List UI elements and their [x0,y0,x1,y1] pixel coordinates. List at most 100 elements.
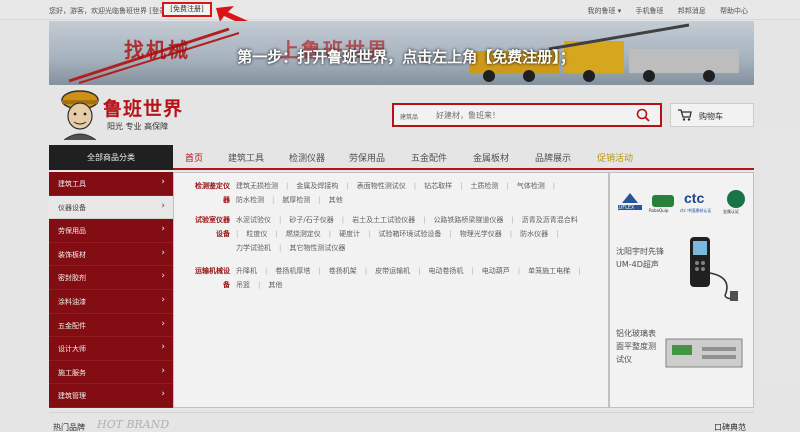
brand-name: 鲁班世界 [103,98,184,120]
category-panel: 检测鉴定仪器 建筑无损检测 | 金属及焊接构 | 表面物性测试仪 | 钻芯取样 | 土质检测 | 气… [173,172,609,408]
category-link[interactable]: 电动卷扬机 [428,264,463,278]
sidebar-item-construction-services[interactable]: 施工服务 › [49,361,173,385]
sidebar-item-building-management[interactable]: 建筑管理 › [49,384,173,408]
category-link[interactable]: 防水仪器 [520,227,548,241]
category-link[interactable]: 腻厚检测 [282,193,310,207]
promo-flatness-tester[interactable]: 铝化玻璃表面平整度测试仪 [616,315,746,385]
cart-button[interactable]: 购物车 [670,103,754,127]
separator: | [552,182,556,190]
category-link[interactable]: 沥青及沥青混合料 [522,213,578,227]
mobile-luban-link[interactable]: 手机鲁班 [636,7,664,15]
category-link[interactable]: 土质检测 [470,179,498,193]
category-link[interactable]: 其它物性测试仪器 [289,241,345,255]
category-link[interactable]: 单笼施工电梯 [528,264,570,278]
all-categories-button[interactable]: 全部商品分类 [49,145,173,170]
category-link[interactable]: 公路铁路桥梁隧道仪器 [433,213,503,227]
category-link[interactable]: 钻芯取样 [424,179,452,193]
search-icon[interactable] [636,108,650,122]
separator: | [346,182,349,190]
category-group-items: 升降机 | 卷扬机厚塔 | 卷扬机架 | 皮带运输机 | 电动卷扬机 | 电动葫芦 | 单笼施工电梯 |吊… [236,264,596,292]
category-link[interactable]: 粒度仪 [246,227,267,241]
right-promo-panel: LUFLEX RoboQuip ctc ctc 中国建材认证 金属认证 沈阳宇时… [609,172,754,408]
sidebar-item-hardware[interactable]: 五金配件 › [49,314,173,338]
separator: | [328,230,332,238]
brand-logo-metal[interactable]: 金属认证 [722,187,750,217]
category-link[interactable]: 建筑无损检测 [236,179,278,193]
chevron-right-icon: › [161,271,165,282]
category-link[interactable]: 金属及焊接构 [296,179,338,193]
chevron-right-icon: › [161,342,165,353]
category-link[interactable]: 硬度计 [339,227,360,241]
category-link[interactable]: 砂子/石子仪器 [289,213,333,227]
category-link[interactable]: 皮带运输机 [375,264,410,278]
separator: | [449,230,452,238]
separator: | [275,230,278,238]
sidebar-item-paints[interactable]: 涂料油漆 › [49,290,173,314]
separator: | [341,216,345,224]
category-link[interactable]: 物理光学仪器 [460,227,502,241]
sidebar-item-decor-boards[interactable]: 装饰板材 › [49,243,173,267]
separator: | [413,182,417,190]
category-link[interactable]: 燃烧测定仪 [286,227,321,241]
brand-logo-luflex[interactable]: LUFLEX [614,187,646,217]
category-link[interactable]: 力学试验机 [236,241,271,255]
category-link[interactable]: 电动葫芦 [482,264,510,278]
separator: | [556,230,559,238]
site-logo[interactable]: 鲁班世界 阳光 专业 高保障 [58,88,188,140]
nav-safety-supplies[interactable]: 劳保用品 [349,151,385,164]
sidebar-item-design-masters[interactable]: 设计大师 › [49,337,173,361]
separator: | [265,267,268,275]
help-center-link[interactable]: 帮助中心 [720,7,748,15]
category-group-transport: 运输机械设备 升降机 | 卷扬机厚塔 | 卷扬机架 | 皮带运输机 | 电动卷扬机 | 电动葫芦 | 单… [174,264,610,298]
messages-link[interactable]: 邦邦消息 [678,7,706,15]
separator: | [318,196,321,204]
nav-building-tools[interactable]: 建筑工具 [228,151,264,164]
category-link[interactable]: 其他 [329,193,343,207]
category-link[interactable]: 卷扬机架 [329,264,357,278]
category-link[interactable]: 试验箱环境试验设备 [378,227,441,241]
sidebar-item-building-tools[interactable]: 建筑工具 › [49,172,173,196]
nav-promotions[interactable]: 促销活动 [597,151,633,164]
top-links: 我的鲁班 ▾ 手机鲁班 邦邦消息 帮助中心 [576,6,748,16]
category-link[interactable]: 升降机 [236,264,257,278]
category-group-lab: 试验室仪器设备 水泥试验仪 | 砂子/石子仪器 | 岩土及土工试验仪器 | 公路铁路桥梁隧道… [174,213,610,263]
separator: | [418,267,421,275]
separator: | [423,216,426,224]
brand-logo-roboquip[interactable]: RoboQuip [648,187,678,217]
kb-example-link[interactable]: 口碑典范 [714,422,746,432]
separator: | [279,216,282,224]
category-link[interactable]: 卷扬机厚塔 [275,264,310,278]
promo-flatness-text: 铝化玻璃表面平整度测试仪 [616,329,656,364]
search-category-select[interactable]: 建筑品 [400,112,418,121]
chevron-right-icon: › [161,177,165,187]
category-group-inspection: 检测鉴定仪器 建筑无损检测 | 金属及焊接构 | 表面物性测试仪 | 钻芯取样 | 土质检测 | 气… [174,179,610,213]
nav-brands[interactable]: 品牌展示 [535,151,571,164]
free-register-link[interactable]: [免费注册] [162,2,212,17]
cart-label: 购物车 [699,112,723,121]
category-link[interactable]: 防水检测 [236,193,264,207]
category-link[interactable]: 气体检测 [517,179,545,193]
nav-metal-sheets[interactable]: 金属板材 [473,151,509,164]
ctc-logo-icon: ctc [684,190,704,206]
category-link[interactable]: 岩土及土工试验仪器 [352,213,415,227]
brand-logo-ctc[interactable]: ctc ctc 中国建材认证 [680,187,720,217]
separator: | [517,267,521,275]
nav-hardware[interactable]: 五金配件 [411,151,447,164]
promo-ultrasonic[interactable]: 沈阳宇时先锋UM-4D超声 [616,233,746,303]
category-link[interactable]: 表面物性测试仪 [357,179,406,193]
separator: | [272,196,275,204]
sidebar-item-instruments[interactable]: 仪器设备 › [49,195,173,220]
my-luban-link[interactable]: 我的鲁班 ▾ [588,7,622,15]
search-input[interactable] [436,106,626,124]
category-link[interactable]: 水泥试验仪 [236,213,271,227]
category-link[interactable]: 其他 [268,278,282,292]
flatness-tester-icon [665,338,743,368]
nav-home[interactable]: 首页 [185,151,203,164]
separator: | [509,230,513,238]
luflex-logo-icon [618,193,642,210]
nav-test-instruments[interactable]: 检测仪器 [289,151,325,164]
sidebar-item-safety[interactable]: 劳保用品 › [49,219,173,243]
category-link[interactable]: 吊篮 [236,278,250,292]
sidebar-item-sealants[interactable]: 密封胶剂 › [49,266,173,290]
category-group-title: 运输机械设备 [195,267,230,289]
